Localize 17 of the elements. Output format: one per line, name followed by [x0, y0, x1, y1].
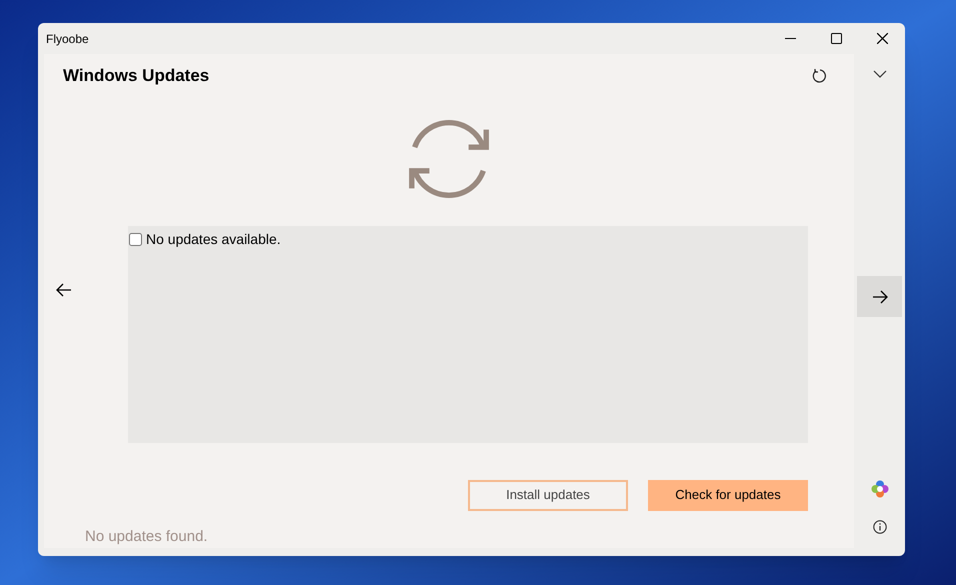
refresh-icon: [812, 68, 828, 84]
forward-arrow-icon: [872, 290, 888, 304]
page-title: Windows Updates: [63, 64, 210, 87]
back-arrow-icon: [56, 283, 72, 297]
chevron-down-icon: [872, 70, 886, 78]
info-icon: [872, 520, 886, 534]
maximize-icon: [830, 33, 842, 44]
status-text: No updates found.: [85, 526, 209, 546]
update-checkbox[interactable]: [129, 233, 142, 246]
minimize-icon: [784, 38, 796, 39]
colorful-flower-icon: [870, 480, 888, 498]
close-icon: [876, 33, 888, 44]
next-button[interactable]: [857, 276, 902, 317]
install-updates-button[interactable]: Install updates: [468, 480, 628, 510]
window-title: Flyoobe: [46, 30, 89, 48]
update-label: No updates available.: [146, 230, 281, 250]
check-for-updates-button[interactable]: Check for updates: [648, 480, 808, 510]
